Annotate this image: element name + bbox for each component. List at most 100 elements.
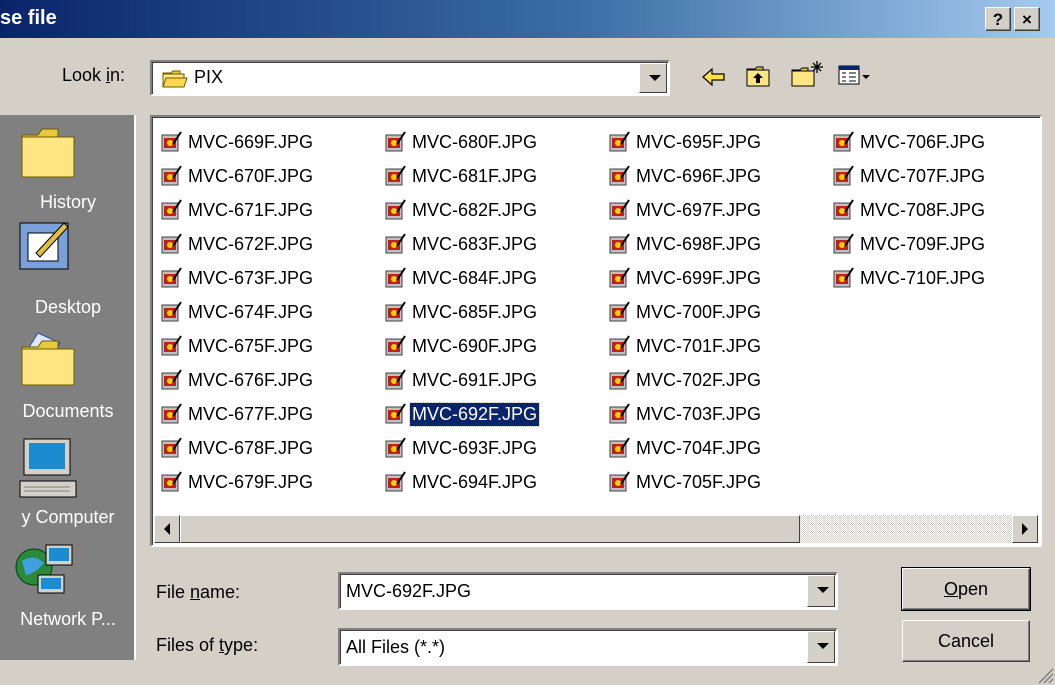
jpg-file-icon (385, 403, 406, 424)
file-item[interactable]: MVC-705F.JPG (608, 465, 763, 499)
file-item[interactable]: MVC-698F.JPG (608, 227, 763, 261)
size-grip[interactable] (1036, 666, 1054, 684)
jpg-file-icon (609, 471, 630, 492)
scroll-left-button[interactable] (154, 515, 180, 543)
file-item[interactable]: MVC-669F.JPG (160, 125, 315, 159)
file-item-name: MVC-677F.JPG (188, 403, 314, 424)
file-item[interactable]: MVC-674F.JPG (160, 295, 315, 329)
file-item[interactable]: MVC-683F.JPG (384, 227, 539, 261)
file-type-dropdown[interactable]: All Files (*.*) (338, 628, 838, 666)
file-item[interactable]: MVC-677F.JPG (160, 397, 315, 431)
arrow-left-icon (164, 523, 170, 535)
look-in-value: PIX (194, 67, 224, 87)
window-title: se file (0, 7, 57, 29)
file-item[interactable]: MVC-670F.JPG (160, 159, 315, 193)
file-item[interactable]: MVC-694F.JPG (384, 465, 539, 499)
view-menu-icon[interactable] (838, 64, 872, 93)
file-item-name: MVC-683F.JPG (412, 233, 538, 254)
file-item[interactable]: MVC-702F.JPG (608, 363, 763, 397)
look-in-dropdown-button[interactable] (639, 63, 667, 93)
help-button[interactable]: ? (985, 7, 1011, 31)
file-item[interactable]: MVC-701F.JPG (608, 329, 763, 363)
file-item[interactable]: MVC-710F.JPG (832, 261, 987, 295)
file-item-name: MVC-705F.JPG (636, 471, 762, 492)
file-item-name: MVC-692F.JPG (408, 401, 541, 427)
look-in-dropdown[interactable]: PIX (150, 60, 670, 96)
title-bar[interactable]: se file ? × (0, 0, 1055, 38)
file-name-value: MVC-692F.JPG (346, 581, 472, 601)
close-button[interactable]: × (1014, 7, 1040, 31)
file-item[interactable]: MVC-678F.JPG (160, 431, 315, 465)
history-icon (21, 128, 75, 178)
jpg-file-icon (833, 199, 854, 220)
file-item[interactable]: MVC-685F.JPG (384, 295, 539, 329)
arrow-right-icon (1022, 523, 1028, 535)
jpg-file-icon (161, 199, 182, 220)
cancel-button[interactable]: Cancel (902, 620, 1030, 662)
jpg-file-icon (609, 131, 630, 152)
file-item[interactable]: MVC-673F.JPG (160, 261, 315, 295)
file-item[interactable]: MVC-671F.JPG (160, 193, 315, 227)
file-item[interactable]: MVC-707F.JPG (832, 159, 987, 193)
file-item[interactable]: MVC-699F.JPG (608, 261, 763, 295)
file-item[interactable]: MVC-704F.JPG (608, 431, 763, 465)
jpg-file-icon (161, 369, 182, 390)
file-item[interactable]: MVC-700F.JPG (608, 295, 763, 329)
file-item[interactable]: MVC-692F.JPG (384, 397, 541, 431)
jpg-file-icon (385, 165, 406, 186)
file-item[interactable]: MVC-697F.JPG (608, 193, 763, 227)
network-places-icon (15, 544, 73, 594)
file-item-name: MVC-698F.JPG (636, 233, 762, 254)
jpg-file-icon (385, 369, 406, 390)
file-item[interactable]: MVC-693F.JPG (384, 431, 539, 465)
file-type-dropdown-button[interactable] (807, 631, 835, 663)
file-item-name: MVC-702F.JPG (636, 369, 762, 390)
file-item[interactable]: MVC-672F.JPG (160, 227, 315, 261)
file-item[interactable]: MVC-706F.JPG (832, 125, 987, 159)
file-item[interactable]: MVC-708F.JPG (832, 193, 987, 227)
new-folder-icon[interactable] (790, 60, 824, 88)
file-item[interactable]: MVC-703F.JPG (608, 397, 763, 431)
jpg-file-icon (609, 267, 630, 288)
file-column-1: MVC-669F.JPG MVC-670F.JPG MVC-671F.JPG MVC-… (160, 125, 315, 499)
file-name-dropdown-button[interactable] (807, 575, 835, 607)
file-item[interactable]: MVC-676F.JPG (160, 363, 315, 397)
file-column-4: MVC-706F.JPG MVC-707F.JPG MVC-708F.JPG MVC-… (832, 125, 987, 295)
back-arrow-icon[interactable] (700, 66, 728, 88)
file-item[interactable]: MVC-680F.JPG (384, 125, 539, 159)
horizontal-scrollbar[interactable] (154, 515, 1038, 543)
up-folder-icon[interactable] (745, 64, 773, 88)
folder-icon (162, 70, 188, 88)
file-item-name: MVC-695F.JPG (636, 131, 762, 152)
open-button[interactable]: Open (901, 567, 1031, 611)
jpg-file-icon (385, 437, 406, 458)
file-item[interactable]: MVC-682F.JPG (384, 193, 539, 227)
file-item[interactable]: MVC-696F.JPG (608, 159, 763, 193)
jpg-file-icon (609, 301, 630, 322)
file-name-field[interactable]: MVC-692F.JPG (338, 572, 838, 610)
scroll-thumb[interactable] (180, 515, 800, 543)
file-item-name: MVC-685F.JPG (412, 301, 538, 322)
file-list[interactable]: MVC-669F.JPG MVC-670F.JPG MVC-671F.JPG MVC-… (150, 115, 1042, 547)
file-item[interactable]: MVC-709F.JPG (832, 227, 987, 261)
file-item[interactable]: MVC-679F.JPG (160, 465, 315, 499)
file-item-name: MVC-694F.JPG (412, 471, 538, 492)
jpg-file-icon (609, 403, 630, 424)
file-item-name: MVC-681F.JPG (412, 165, 538, 186)
file-name-label: File name: (156, 582, 241, 602)
jpg-file-icon (609, 165, 630, 186)
scroll-right-button[interactable] (1012, 515, 1038, 543)
file-item[interactable]: MVC-695F.JPG (608, 125, 763, 159)
file-item[interactable]: MVC-690F.JPG (384, 329, 539, 363)
jpg-file-icon (833, 165, 854, 186)
jpg-file-icon (385, 131, 406, 152)
places-bar: History Desktop Documents y Computer Net… (0, 115, 136, 660)
file-item-name: MVC-676F.JPG (188, 369, 314, 390)
file-item[interactable]: MVC-681F.JPG (384, 159, 539, 193)
file-item[interactable]: MVC-675F.JPG (160, 329, 315, 363)
file-item[interactable]: MVC-691F.JPG (384, 363, 539, 397)
jpg-file-icon (385, 233, 406, 254)
file-item-name: MVC-690F.JPG (412, 335, 538, 356)
file-item[interactable]: MVC-684F.JPG (384, 261, 539, 295)
jpg-file-icon (833, 233, 854, 254)
